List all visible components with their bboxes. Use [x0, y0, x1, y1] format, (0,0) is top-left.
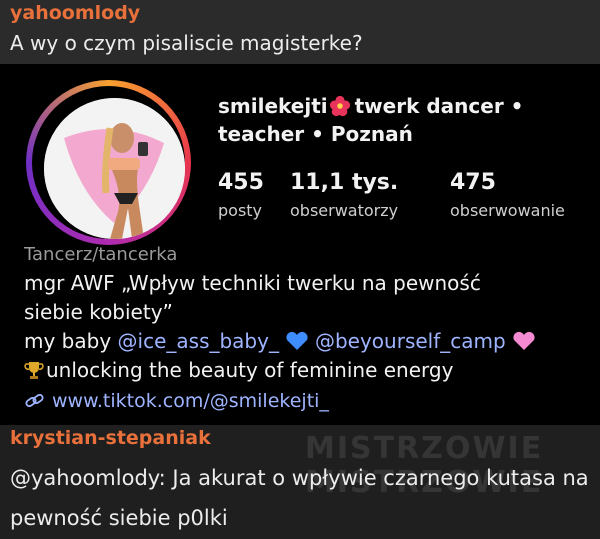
bio-line-tagline: unlocking the beauty of feminine energy	[24, 358, 453, 382]
comment-text: @yahoomlody: Ja akurat o wpływie czarneg…	[10, 466, 589, 530]
followers-label: obserwatorzy	[290, 201, 399, 220]
followers-count[interactable]: 11,1 tys.	[290, 170, 398, 195]
profile-headline-line2: teacher • Poznań	[218, 122, 413, 146]
following-label: obserwowanie	[450, 201, 565, 220]
story-ring[interactable]	[26, 80, 191, 245]
posts-count[interactable]: 455	[218, 170, 264, 195]
instagram-profile-screenshot: smilekejti twerk dancer • teacher • Pozn…	[0, 64, 600, 425]
pink-heart-icon	[513, 331, 535, 350]
bio-line: siebie kobiety”	[24, 300, 173, 324]
blue-heart-icon	[286, 331, 308, 350]
following-count[interactable]: 475	[450, 170, 496, 195]
posts-label: posty	[218, 201, 263, 220]
profile-link-row: www.tiktok.com/@smilekejti_	[24, 390, 329, 412]
mention-link[interactable]: @ice_ass_baby_	[118, 329, 279, 353]
avatar	[44, 98, 185, 239]
comment-1: yahoomlody A wy o czym pisaliscie magist…	[0, 0, 600, 64]
comment-author[interactable]: krystian-stepaniak	[10, 427, 211, 449]
tiktok-link[interactable]: www.tiktok.com/@smilekejti_	[52, 390, 329, 412]
flower-icon	[329, 95, 350, 117]
comment-text: A wy o czym pisaliscie magisterke?	[10, 31, 363, 55]
bio-line-mentions: my baby @ice_ass_baby_ @beyourself_camp	[24, 329, 542, 353]
mention-link[interactable]: @beyourself_camp	[315, 329, 506, 353]
profile-username: smilekejti twerk dancer •	[218, 94, 524, 118]
trophy-icon	[24, 362, 44, 379]
bio-line: mgr AWF „Wpływ techniki twerku na pewnoś…	[24, 271, 481, 295]
comment-2: MISTRZOWIE MISTRZOWIE krystian-stepaniak…	[0, 425, 600, 539]
link-icon	[25, 393, 44, 408]
comment-author[interactable]: yahoomlody	[10, 2, 140, 24]
avatar-photo	[44, 98, 185, 239]
profile-category: Tancerz/tancerka	[24, 244, 178, 265]
